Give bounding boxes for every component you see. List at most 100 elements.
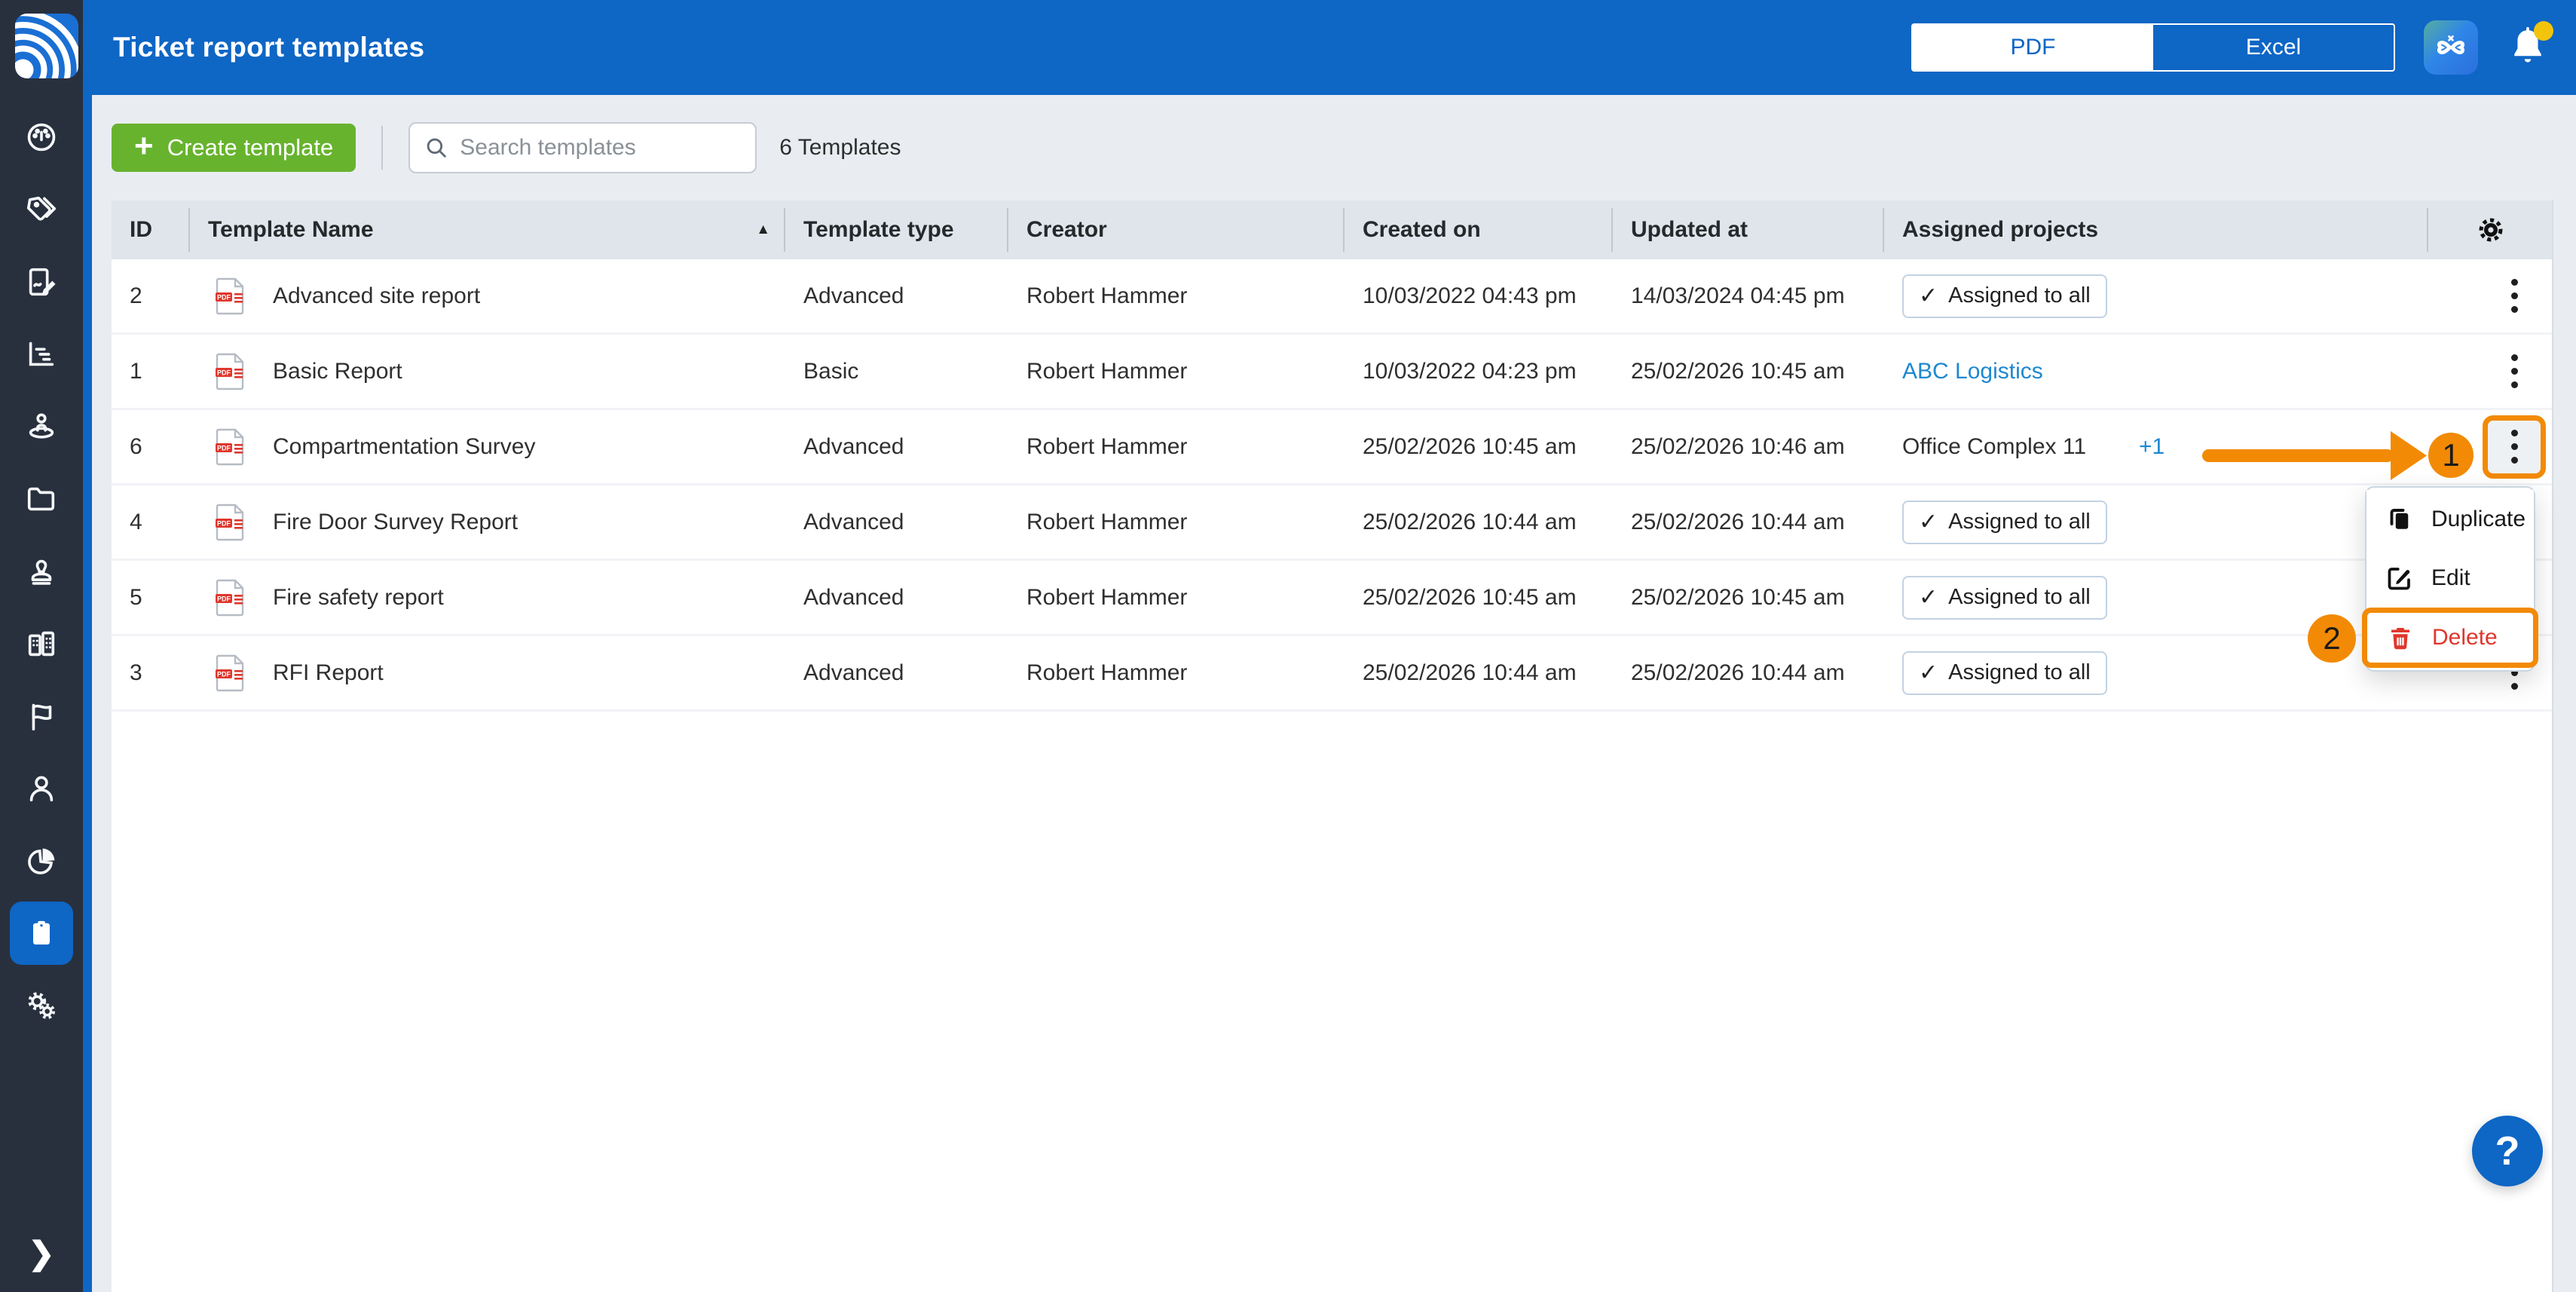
- cell-assigned: ✓ Assigned to all: [1884, 274, 2428, 318]
- row-actions-kebab-button[interactable]: [2483, 340, 2546, 403]
- sidebar-expand-button[interactable]: ❯: [0, 1230, 83, 1275]
- settings-gears-icon: [24, 988, 59, 1023]
- cell-type: Advanced: [785, 434, 1008, 460]
- row-context-menu: Duplicate Edit Delete: [2365, 486, 2535, 672]
- table-row[interactable]: 3 PDF RFI Report Advanced Robert Hammer …: [112, 636, 2552, 712]
- templates-table: ID Template Name ▲ Template type Creator…: [112, 201, 2553, 1292]
- cell-template-name: Fire Door Survey Report: [273, 510, 518, 535]
- assigned-to-all-button[interactable]: ✓ Assigned to all: [1902, 274, 2107, 318]
- cell-id: 5: [112, 585, 190, 611]
- cell-template-name: Compartmentation Survey: [273, 434, 536, 460]
- assigned-to-all-button[interactable]: ✓ Assigned to all: [1902, 576, 2107, 620]
- menu-item-edit[interactable]: Edit: [2366, 549, 2534, 608]
- toggle-excel[interactable]: Excel: [2153, 25, 2394, 70]
- cell-assigned: ✓ Assigned to all: [1884, 501, 2428, 544]
- col-header-assigned[interactable]: Assigned projects: [1884, 201, 2428, 259]
- cell-template-name: RFI Report: [273, 660, 384, 686]
- sidebar-item-templates[interactable]: [0, 897, 83, 969]
- sidebar-item-statistics[interactable]: [0, 318, 83, 390]
- col-header-id[interactable]: ID: [112, 201, 190, 259]
- assigned-project-link[interactable]: ABC Logistics: [1902, 359, 2043, 384]
- cell-creator: Robert Hammer: [1008, 585, 1345, 611]
- template-count: 6 Templates: [779, 135, 901, 161]
- col-header-type[interactable]: Template type: [785, 201, 1008, 259]
- user-icon: [24, 771, 59, 806]
- cell-created: 25/02/2026 10:45 am: [1345, 585, 1613, 611]
- table-row[interactable]: 1 PDF Basic Report Basic Robert Hammer 1…: [112, 335, 2552, 410]
- search-box: [408, 122, 757, 173]
- assigned-label: Assigned to all: [1948, 283, 2091, 308]
- pdf-file-icon: PDF: [216, 654, 246, 692]
- cell-type: Advanced: [785, 585, 1008, 611]
- templates-clipboard-icon: [25, 917, 58, 950]
- cell-template-name: Fire safety report: [273, 585, 444, 611]
- table-row[interactable]: 2 PDF Advanced site report Advanced Robe…: [112, 259, 2552, 335]
- sidebar-item-folder[interactable]: [0, 463, 83, 535]
- sidebar-accent-strip: [83, 0, 92, 1292]
- apps-button[interactable]: [2424, 20, 2478, 75]
- sidebar-item-company[interactable]: [0, 608, 83, 680]
- assigned-to-all-button[interactable]: ✓ Assigned to all: [1902, 651, 2107, 695]
- search-input[interactable]: [460, 135, 742, 161]
- col-header-name[interactable]: Template Name ▲: [190, 201, 785, 259]
- sidebar-item-dashboard[interactable]: [0, 101, 83, 173]
- sidebar-item-pie-chart[interactable]: [0, 825, 83, 897]
- chevron-right-icon: ❯: [28, 1235, 54, 1272]
- svg-text:PDF: PDF: [217, 293, 231, 301]
- topbar-right: PDF Excel: [1911, 20, 2549, 75]
- check-icon: ✓: [1919, 283, 1938, 309]
- sidebar-item-report-edit[interactable]: [0, 246, 83, 318]
- cell-id: 2: [112, 283, 190, 309]
- svg-text:PDF: PDF: [217, 670, 231, 678]
- cell-created: 10/03/2022 04:43 pm: [1345, 283, 1613, 309]
- menu-item-delete[interactable]: Delete: [2367, 613, 2533, 663]
- toggle-pdf[interactable]: PDF: [1913, 25, 2153, 70]
- assigned-label: Assigned to all: [1948, 510, 2091, 534]
- apps-butterfly-icon: [2431, 28, 2470, 67]
- sidebar-item-stamp[interactable]: [0, 535, 83, 608]
- cell-id: 4: [112, 510, 190, 535]
- app-logo[interactable]: [15, 14, 78, 78]
- pdf-file-icon: PDF: [216, 353, 246, 390]
- table-row[interactable]: 6 PDF Compartmentation Survey Advanced R…: [112, 410, 2552, 485]
- create-template-button[interactable]: + Create template: [112, 124, 356, 172]
- stamp-icon: [24, 554, 59, 589]
- edit-icon: [2386, 565, 2413, 592]
- sidebar-item-user[interactable]: [0, 752, 83, 825]
- sidebar-item-settings[interactable]: [0, 969, 83, 1042]
- table-header-row: ID Template Name ▲ Template type Creator…: [112, 201, 2552, 259]
- cell-creator: Robert Hammer: [1008, 283, 1345, 309]
- col-header-settings[interactable]: [2428, 201, 2553, 259]
- col-header-creator[interactable]: Creator: [1008, 201, 1345, 259]
- sidebar: ❯: [0, 0, 83, 1292]
- assigned-to-all-button[interactable]: ✓ Assigned to all: [1902, 501, 2107, 544]
- cell-type: Basic: [785, 359, 1008, 384]
- notifications-button[interactable]: [2507, 24, 2549, 71]
- sidebar-item-tags[interactable]: [0, 173, 83, 246]
- col-header-created[interactable]: Created on: [1345, 201, 1613, 259]
- cell-assigned: ✓ Assigned to all: [1884, 576, 2428, 620]
- table-row[interactable]: 5 PDF Fire safety report Advanced Robert…: [112, 561, 2552, 636]
- sidebar-item-site-person[interactable]: [0, 390, 83, 463]
- cell-type: Advanced: [785, 660, 1008, 686]
- table-row[interactable]: 4 PDF Fire Door Survey Report Advanced R…: [112, 485, 2552, 561]
- page-title: Ticket report templates: [113, 32, 424, 63]
- cell-updated: 25/02/2026 10:45 am: [1613, 585, 1884, 611]
- help-button[interactable]: ?: [2472, 1116, 2543, 1186]
- row-actions-kebab-button[interactable]: [2483, 265, 2546, 328]
- sidebar-item-flag[interactable]: [0, 680, 83, 752]
- assigned-label: Assigned to all: [1948, 660, 2091, 685]
- cell-updated: 14/03/2024 04:45 pm: [1613, 283, 1884, 309]
- cell-id: 3: [112, 660, 190, 686]
- cell-updated: 25/02/2026 10:45 am: [1613, 359, 1884, 384]
- row-actions-kebab-button[interactable]: [2483, 415, 2546, 479]
- cell-id: 6: [112, 434, 190, 460]
- menu-item-duplicate[interactable]: Duplicate: [2366, 490, 2534, 549]
- pdf-file-icon: PDF: [216, 428, 246, 466]
- report-edit-icon: [24, 265, 59, 299]
- folder-icon: [24, 482, 59, 516]
- assigned-more-link[interactable]: +1: [2139, 434, 2165, 460]
- dashboard-icon: [24, 120, 59, 155]
- svg-text:PDF: PDF: [217, 444, 231, 452]
- col-header-updated[interactable]: Updated at: [1613, 201, 1884, 259]
